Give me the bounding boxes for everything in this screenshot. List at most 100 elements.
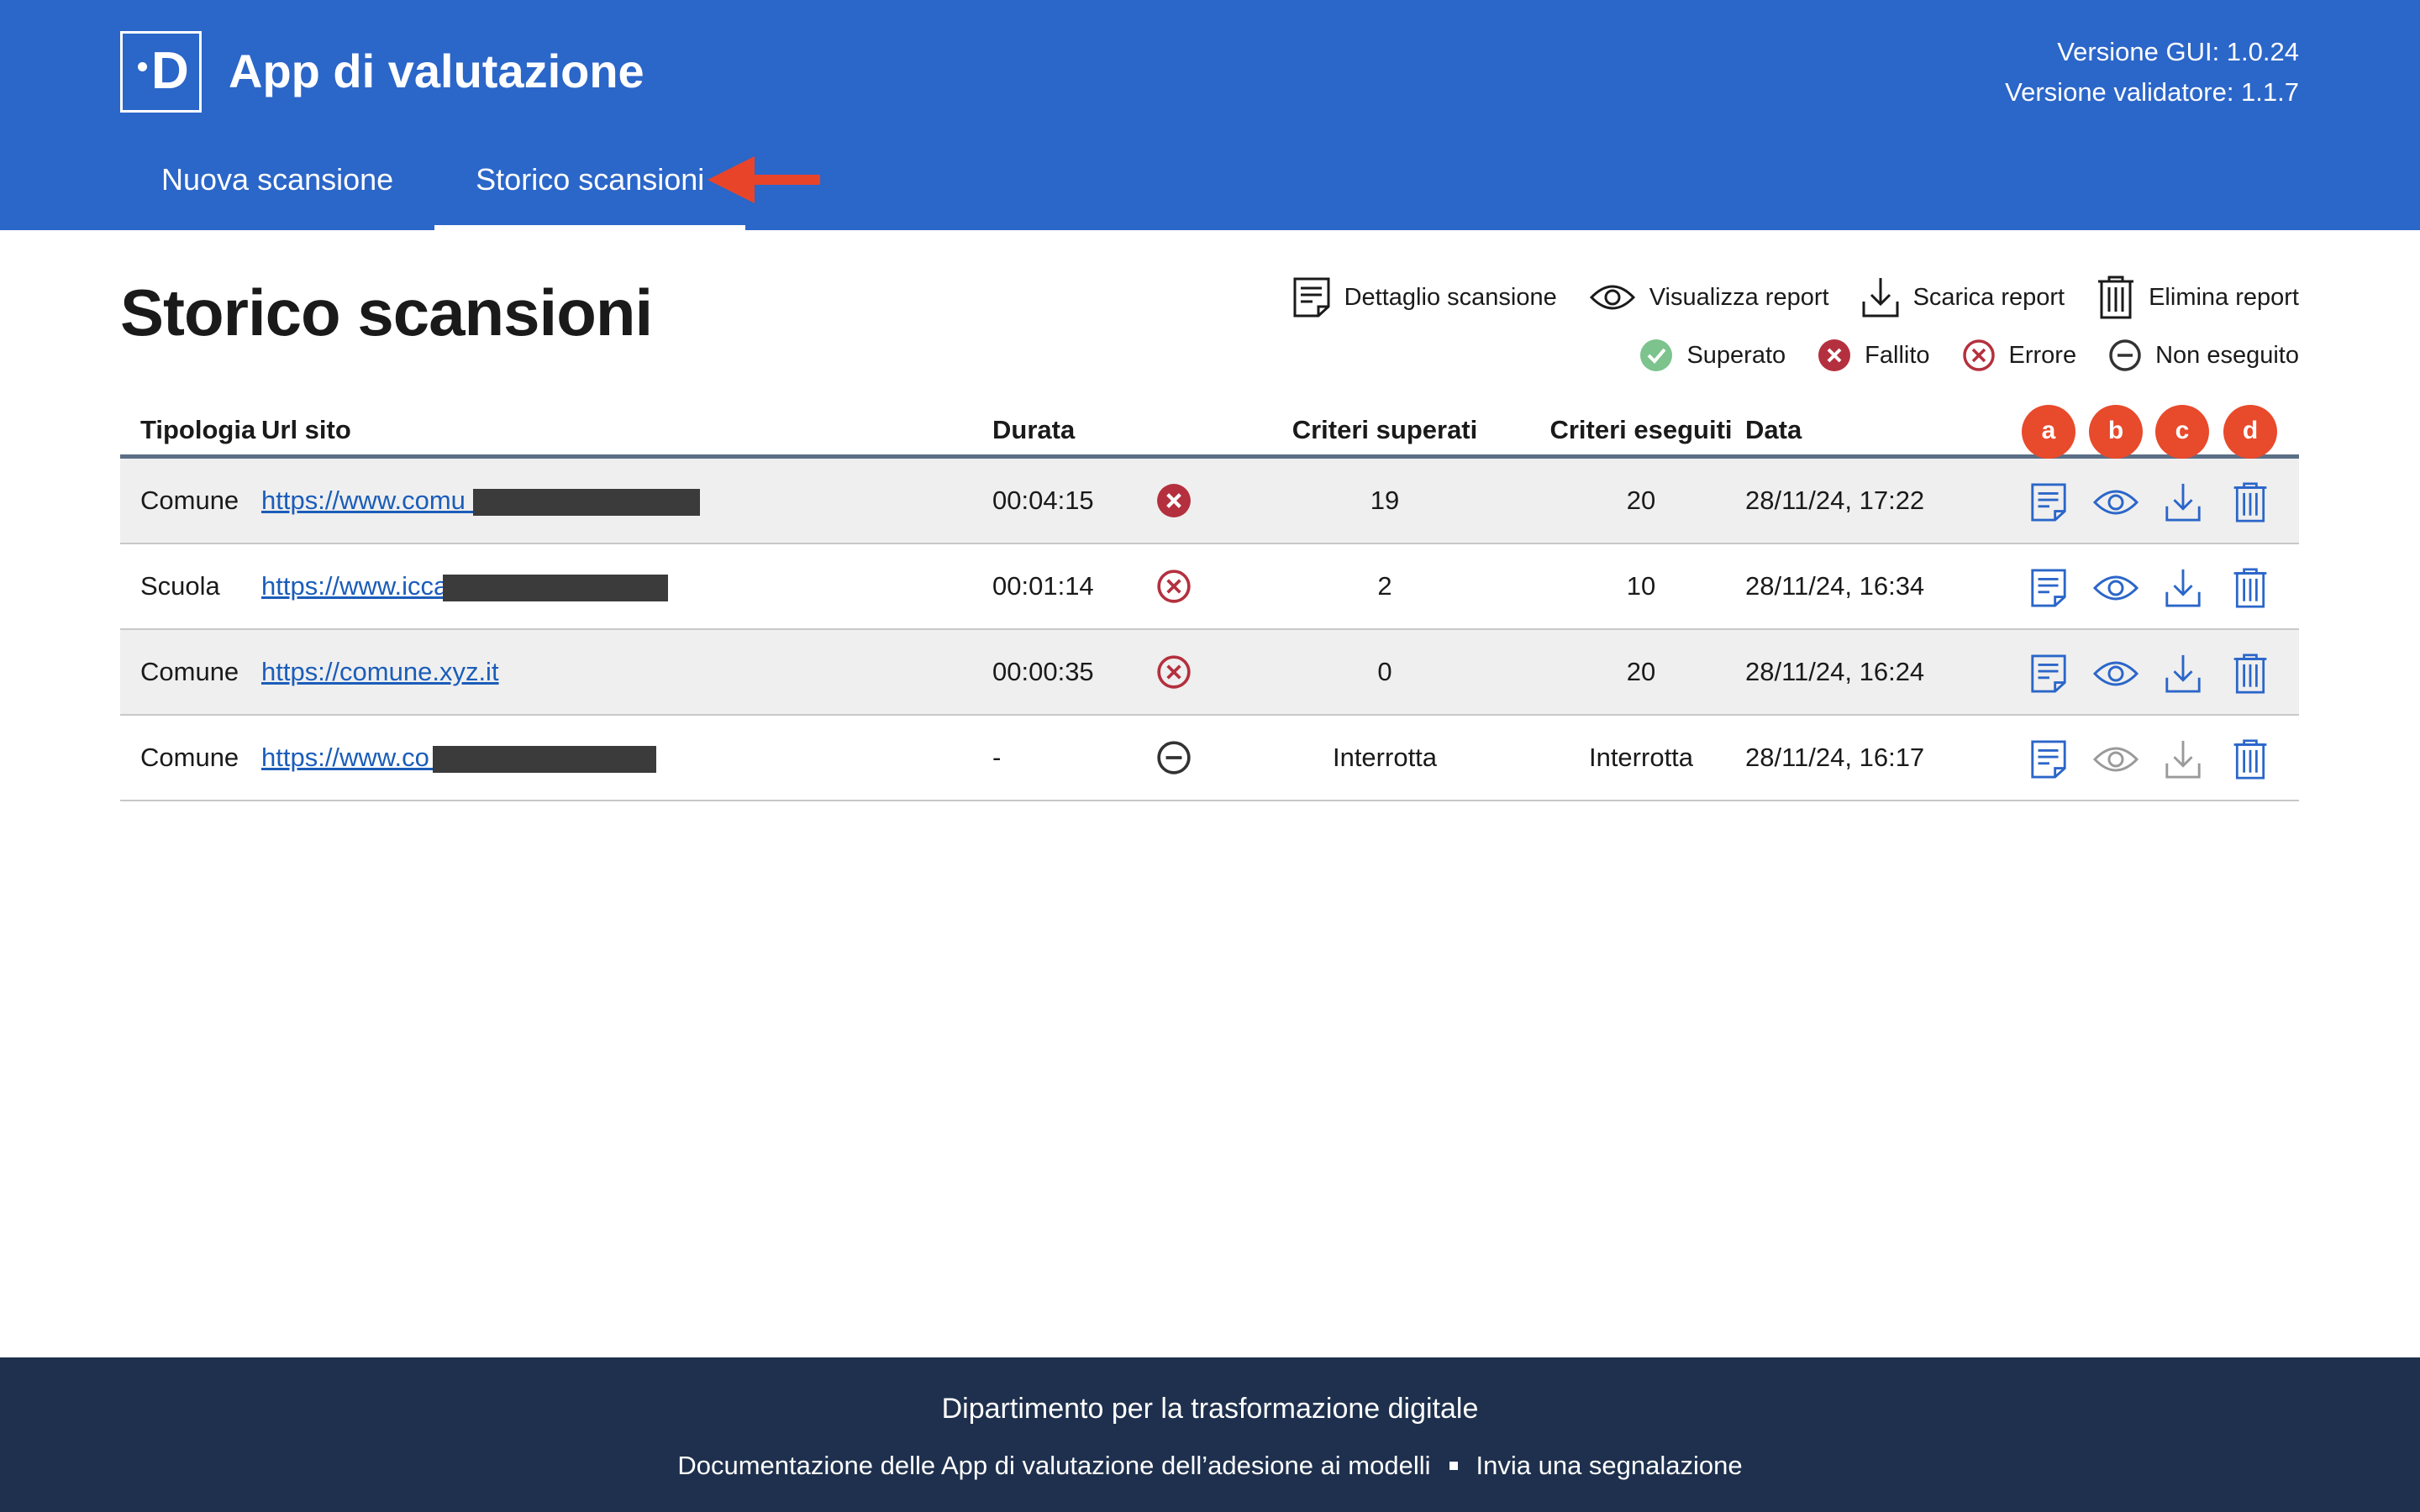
download-icon-disabled <box>2165 740 2201 779</box>
eye-icon <box>1589 285 1635 310</box>
cell-durata: 00:04:15 <box>992 486 1094 515</box>
table-row: Comune https://comune.xyz.it 00:00:35 0 … <box>120 630 2299 716</box>
legend-delete: Elimina report <box>2096 276 2299 319</box>
version-validator: Versione validatore: 1.1.7 <box>2005 77 2299 107</box>
status-legend: Superato Fallito Errore Non eseguito <box>1607 334 2299 376</box>
trash-icon[interactable] <box>2230 482 2270 522</box>
cell-criteri-superati: Interrotta <box>1332 743 1438 772</box>
cell-tipologia: Comune <box>140 486 239 515</box>
app-title: App di valutazione <box>229 45 644 97</box>
legend-label: Errore <box>2008 341 2077 369</box>
cell-criteri-eseguiti: 20 <box>1626 486 1656 515</box>
redaction-block <box>443 575 668 601</box>
site-link[interactable]: https://comune.xyz.it <box>261 657 499 687</box>
check-circle-icon <box>1640 339 1673 371</box>
page-footer: Dipartimento per la trasformazione digit… <box>0 1357 2420 1512</box>
annotation-arrow-icon <box>708 156 820 203</box>
page-title: Storico scansioni <box>120 276 653 349</box>
eye-icon[interactable] <box>2092 482 2139 522</box>
cell-criteri-eseguiti: Interrotta <box>1588 743 1694 772</box>
app-logo[interactable]: D <box>120 31 202 113</box>
cell-durata: 00:00:35 <box>992 657 1094 686</box>
eye-icon[interactable] <box>2092 654 2139 694</box>
download-icon <box>1862 278 1899 318</box>
cell-data: 28/11/24, 17:22 <box>1745 486 1925 515</box>
scans-table: Tipologia Url sito Durata Criteri supera… <box>120 405 2299 801</box>
detail-icon[interactable] <box>2028 482 2069 522</box>
header-durata: Durata <box>992 415 1076 444</box>
actions-legend: Dettaglio scansione Visualizza report Sc… <box>1260 274 2299 321</box>
legend-fallito: Fallito <box>1818 339 1930 372</box>
table-header: Tipologia Url sito Durata Criteri supera… <box>120 405 2299 459</box>
logo-letter: D <box>151 42 189 100</box>
x-outline-circle-icon <box>1157 570 1191 603</box>
cell-criteri-superati: 0 <box>1377 657 1392 686</box>
legend-label: Fallito <box>1865 341 1930 369</box>
tab-nuova-scansione[interactable]: Nuova scansione <box>120 148 434 230</box>
header-criteri-eseguiti: Criteri eseguiti <box>1549 415 1733 444</box>
cell-criteri-eseguiti: 20 <box>1626 657 1656 686</box>
detail-icon[interactable] <box>2028 568 2069 608</box>
legend-errore: Errore <box>1962 339 2077 372</box>
cell-status <box>1156 544 1192 628</box>
legend-label: Visualizza report <box>1649 283 1829 311</box>
legend-label: Dettaglio scansione <box>1344 283 1557 311</box>
app-header: D App di valutazione Versione GUI: 1.0.2… <box>0 0 2420 230</box>
version-info: Versione GUI: 1.0.24 Versione validatore… <box>2005 32 2299 113</box>
cell-url: https://comune.xyz.it <box>261 630 499 714</box>
version-gui: Versione GUI: 1.0.24 <box>2057 37 2299 66</box>
legend-label: Scarica report <box>1912 283 2065 311</box>
detail-icon[interactable] <box>2028 739 2069 780</box>
legend-download: Scarica report <box>1861 276 2065 318</box>
download-icon[interactable] <box>2163 654 2203 694</box>
trash-icon[interactable] <box>2230 568 2270 608</box>
footer-link-report[interactable]: Invia una segnalazione <box>1476 1446 1743 1485</box>
x-outline-circle-icon <box>1962 339 1995 371</box>
cell-data: 28/11/24, 16:17 <box>1745 743 1925 772</box>
legend-superato: Superato <box>1639 339 1786 372</box>
cell-data: 28/11/24, 16:34 <box>1745 571 1925 601</box>
x-outline-circle-icon <box>1157 655 1191 689</box>
cell-criteri-superati: 19 <box>1370 486 1400 515</box>
table-row: Comune https://www.co it/home.page - Int… <box>120 716 2299 801</box>
download-icon[interactable] <box>2163 568 2203 608</box>
cell-status <box>1156 716 1192 800</box>
annotation-badge-d: d <box>2223 405 2277 459</box>
cell-data: 28/11/24, 16:24 <box>1745 657 1925 686</box>
cell-status <box>1156 459 1192 543</box>
tab-storico-scansioni[interactable]: Storico scansioni <box>434 148 746 230</box>
trash-icon <box>2098 276 2134 319</box>
trash-icon[interactable] <box>2230 654 2270 694</box>
legend-view: Visualizza report <box>1589 281 1829 314</box>
minus-circle-icon <box>2109 339 2141 371</box>
legend-non-eseguito: Non eseguito <box>2108 339 2299 372</box>
cell-tipologia: Comune <box>140 743 239 772</box>
legend-label: Elimina report <box>2149 283 2299 311</box>
cell-tipologia: Scuola <box>140 571 220 601</box>
eye-icon-disabled <box>2092 747 2139 772</box>
legend-label: Superato <box>1686 341 1786 369</box>
table-row: Comune https://www.comu it/ 00:04:15 19 … <box>120 459 2299 544</box>
cell-criteri-eseguiti: 10 <box>1626 571 1656 601</box>
detail-icon <box>1293 277 1330 318</box>
eye-icon[interactable] <box>2092 568 2139 608</box>
footer-link-docs[interactable]: Documentazione delle App di valutazione … <box>677 1446 1430 1485</box>
redaction-block <box>433 746 656 773</box>
cell-durata: - <box>992 743 1002 772</box>
table-row: Scuola https://www.icca .it/wp/ 00:01:14… <box>120 544 2299 630</box>
redaction-block <box>473 489 700 516</box>
detail-icon[interactable] <box>2028 654 2069 694</box>
annotation-badge-a: a <box>2022 405 2075 459</box>
trash-icon[interactable] <box>2230 739 2270 780</box>
x-filled-circle-icon <box>1157 484 1191 517</box>
cell-url: https://www.comu it/ <box>261 459 493 543</box>
header-data: Data <box>1745 415 1802 444</box>
cell-status <box>1156 630 1192 714</box>
site-link[interactable]: https://www.comu it/ <box>261 486 493 516</box>
legend-label: Non eseguito <box>2155 341 2299 369</box>
annotation-badge-b: b <box>2089 405 2143 459</box>
main-nav: Nuova scansione Storico scansioni <box>120 148 746 230</box>
annotation-badge-c: c <box>2155 405 2209 459</box>
minus-circle-icon <box>1157 741 1191 774</box>
download-icon[interactable] <box>2163 482 2203 522</box>
